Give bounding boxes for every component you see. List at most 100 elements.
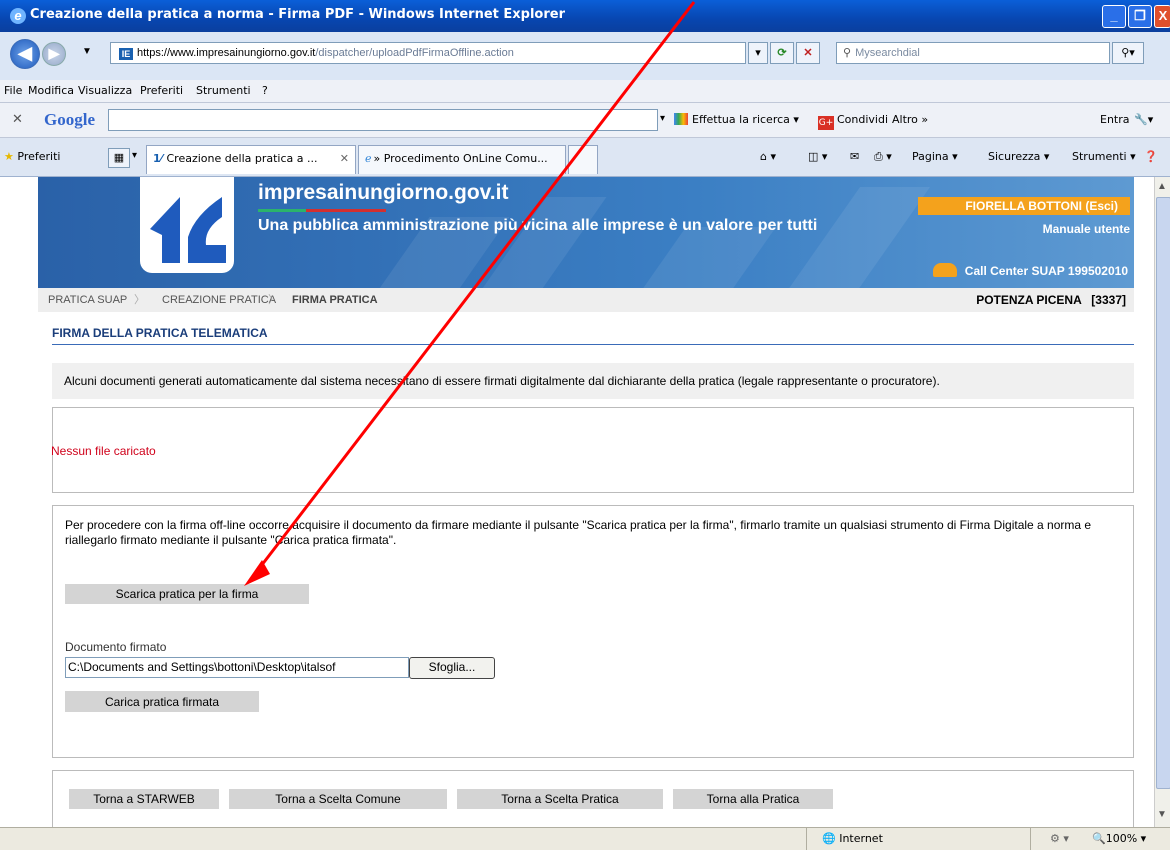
google-search-label: Effettua la ricerca (692, 113, 790, 126)
home-icon[interactable]: ⌂ ▾ (760, 150, 776, 163)
refresh-icon[interactable]: ⟳ (770, 42, 794, 64)
breadcrumb-firma: FIRMA PRATICA (292, 294, 378, 306)
menu-modifica[interactable]: Modifica (28, 84, 74, 97)
status-bar: 🌐 Internet ⚙ ▾ 🔍100% ▾ (0, 827, 1170, 850)
menu-visualizza[interactable]: Visualizza (78, 84, 132, 97)
favorites-tabs-bar: ★ Preferiti ▦ ▾ 1⁄ Creazione della pratic… (0, 138, 1170, 177)
underline-red (306, 209, 386, 212)
close-window-button[interactable]: X (1154, 5, 1170, 28)
browse-button[interactable]: Sfoglia... (409, 657, 495, 679)
tab-close-icon[interactable]: ✕ (340, 146, 349, 172)
signing-panel: Per procedere con la firma off-line occo… (52, 505, 1134, 758)
ie-page-icon: ℯ (365, 152, 372, 165)
menu-file[interactable]: File (4, 84, 22, 97)
mail-icon[interactable]: ✉ (850, 150, 859, 163)
new-tab-button[interactable] (568, 145, 598, 174)
close-toolbar-icon[interactable]: ✕ (12, 111, 23, 127)
share-button[interactable]: G+ Condividi (818, 113, 888, 130)
feeds-icon[interactable]: ◫ ▾ (808, 150, 827, 163)
search-icon: ⚲ (843, 47, 852, 59)
back-to-pratica-button[interactable]: Torna alla Pratica (673, 789, 833, 809)
user-logout-link[interactable]: FIORELLA BOTTONI (Esci) (918, 197, 1130, 215)
share-icon: G+ (818, 116, 834, 130)
wrench-icon[interactable]: 🔧▾ (1134, 113, 1153, 126)
status-divider (1030, 828, 1031, 850)
manual-link[interactable]: Manuale utente (998, 222, 1130, 236)
signin-button[interactable]: Entra (1100, 113, 1130, 126)
tab-creazione[interactable]: 1⁄ Creazione della pratica a ... ✕ (146, 145, 356, 174)
address-dropdown-icon[interactable]: ▾ (748, 42, 768, 64)
signed-document-label: Documento firmato (65, 640, 167, 654)
tab-procedimento[interactable]: ℯ» Procedimento OnLine Comu... (358, 145, 566, 174)
history-dropdown-icon[interactable]: ▼ (82, 46, 92, 57)
site-slogan: Una pubblica amministrazione più vicina … (258, 217, 818, 234)
more-button[interactable]: Altro » (892, 113, 928, 126)
menu-strumenti[interactable]: Strumenti (196, 84, 251, 97)
window-title: Creazione della pratica a norma - Firma … (30, 7, 565, 22)
google-search-input[interactable] (108, 109, 658, 131)
breadcrumb-pratica-suap[interactable]: PRATICA SUAP (48, 288, 127, 312)
section-divider (52, 344, 1134, 345)
protected-mode-icon[interactable]: ⚙ ▾ (1050, 832, 1069, 845)
upload-signed-button[interactable]: Carica pratica firmata (65, 691, 259, 712)
help-icon[interactable]: ❓ (1144, 150, 1158, 163)
scroll-down-icon[interactable]: ▼ (1157, 809, 1167, 820)
favorites-label: Preferiti (17, 150, 61, 163)
breadcrumb-separator-icon: 〉 (268, 294, 279, 306)
breadcrumb: PRATICA SUAP 〉 CREAZIONE PRATICA 〉 FIRMA… (38, 288, 1134, 312)
tools-menu[interactable]: Strumenti ▾ (1072, 150, 1136, 163)
google-search-icon (674, 113, 688, 125)
banner-decoration (775, 187, 931, 288)
zoom-icon: 🔍 (1092, 832, 1106, 845)
maximize-button[interactable]: ❐ (1128, 5, 1152, 28)
quick-tabs-icon[interactable]: ▦ (108, 148, 130, 168)
ie-logo-icon: e (10, 8, 26, 24)
back-to-starweb-button[interactable]: Torna a STARWEB (69, 789, 219, 809)
menu-help[interactable]: ? (262, 84, 268, 97)
message-box: Nessun file caricato (51, 407, 1134, 493)
google-dropdown-icon[interactable]: ▾ (660, 113, 665, 124)
call-center: Call Center SUAP 199502010 (928, 263, 1128, 278)
back-button[interactable]: ◀ (10, 39, 40, 69)
stop-icon[interactable]: ✕ (796, 42, 820, 64)
site-header: impresainungiorno.gov.it Una pubblica am… (38, 177, 1134, 288)
menu-preferiti[interactable]: Preferiti (140, 84, 183, 97)
site-name[interactable]: impresainungiorno.gov.it (258, 181, 509, 212)
search-input[interactable]: ⚲ Mysearchdial (836, 42, 1110, 64)
breadcrumb-creazione[interactable]: CREAZIONE PRATICA (162, 288, 276, 312)
page-menu-label: Pagina (912, 150, 949, 163)
forward-button[interactable]: ▶ (42, 42, 66, 66)
scrollbar-thumb[interactable] (1156, 197, 1170, 789)
comune-label: POTENZA PICENA [3337] (976, 293, 1126, 307)
google-toolbar: ✕ Google ▾ Effettua la ricerca ▾ G+ Condi… (0, 103, 1170, 138)
signed-file-input[interactable]: C:\Documents and Settings\bottoni\Deskto… (65, 657, 409, 678)
banner-decoration (629, 227, 777, 288)
search-button[interactable]: ⚲▾ (1112, 42, 1144, 64)
site-name-label: impresainungiorno.gov.it (258, 181, 509, 204)
internet-zone[interactable]: 🌐 Internet (822, 832, 883, 845)
security-menu[interactable]: Sicurezza ▾ (988, 150, 1049, 163)
google-search-button[interactable]: Effettua la ricerca ▾ (674, 113, 799, 126)
print-icon[interactable]: ⎙ ▾ (874, 150, 892, 164)
zoom-control[interactable]: 🔍100% ▾ (1092, 832, 1146, 845)
site-logo[interactable] (140, 177, 234, 273)
favorites-button[interactable]: ★ Preferiti (4, 150, 60, 163)
google-logo: Google (44, 110, 95, 129)
back-to-comune-button[interactable]: Torna a Scelta Comune (229, 789, 447, 809)
star-icon: ★ (4, 150, 14, 163)
security-menu-label: Sicurezza (988, 150, 1041, 163)
tab-list-icon[interactable]: ▾ (132, 150, 137, 161)
phone-icon (932, 263, 957, 277)
tools-menu-label: Strumenti (1072, 150, 1127, 163)
logo-mark-icon (150, 197, 226, 263)
minimize-button[interactable]: _ (1102, 5, 1126, 28)
back-to-pratica-choice-button[interactable]: Torna a Scelta Pratica (457, 789, 663, 809)
address-input[interactable]: IE https://www.impresainungiorno.gov.it/d… (110, 42, 746, 64)
globe-icon: 🌐 (822, 832, 836, 845)
vertical-scrollbar[interactable]: ▲ ▼ (1154, 177, 1170, 827)
breadcrumb-separator-icon: 〉 (134, 294, 145, 306)
page-menu[interactable]: Pagina ▾ (912, 150, 958, 163)
download-practice-button[interactable]: Scarica pratica per la firma (65, 584, 309, 604)
window-titlebar[interactable]: e Creazione della pratica a norma - Firm… (0, 0, 1170, 32)
scroll-up-icon[interactable]: ▲ (1157, 181, 1167, 192)
